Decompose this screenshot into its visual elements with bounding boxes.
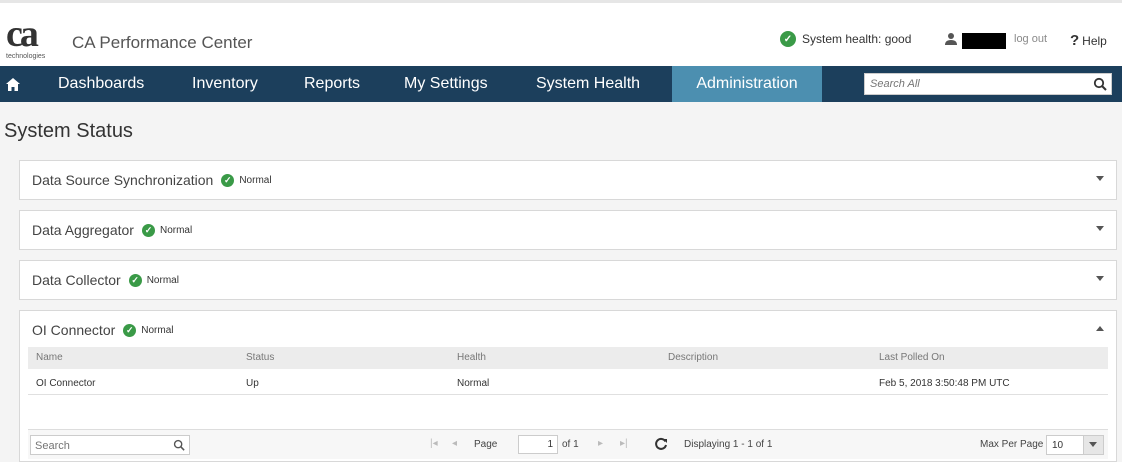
user-name-redacted[interactable] — [962, 33, 1006, 49]
table-row[interactable]: OI Connector Up Normal Feb 5, 2018 3:50:… — [28, 373, 1108, 395]
logo-text: ca — [6, 13, 39, 55]
check-circle-icon: ✓ — [780, 31, 796, 47]
table-search[interactable] — [30, 435, 190, 455]
check-circle-icon: ✓ — [123, 323, 137, 337]
status-badge: ✓ Normal — [221, 173, 272, 187]
status-badge: ✓ Normal — [141, 223, 193, 237]
first-page-icon[interactable]: |◂ — [430, 438, 438, 449]
status-text: Normal — [141, 324, 174, 336]
page-label: Page — [474, 439, 498, 450]
max-per-page-select[interactable]: 10 — [1046, 435, 1104, 455]
home-button[interactable] — [0, 66, 26, 102]
panel-oi-connector[interactable]: OI Connector ✓ Normal Name Status Health… — [19, 310, 1117, 462]
table-search-input[interactable] — [31, 437, 161, 455]
system-health-indicator[interactable]: ✓ System health: good — [780, 31, 911, 47]
panel-title: Data Aggregator — [32, 222, 134, 238]
table-header: Name Status Health Description Last Poll… — [28, 347, 1108, 369]
logout-link[interactable]: log out — [1014, 33, 1047, 45]
last-page-icon[interactable]: ▸| — [620, 438, 628, 449]
status-text: Normal — [239, 174, 272, 186]
next-page-icon[interactable]: ▸ — [598, 438, 603, 449]
nav-reports[interactable]: Reports — [304, 66, 360, 102]
panel-title: Data Collector — [32, 272, 121, 288]
prev-page-icon[interactable]: ◂ — [452, 438, 457, 449]
home-icon — [6, 77, 20, 91]
status-badge: ✓ Normal — [123, 323, 174, 337]
refresh-icon[interactable] — [654, 437, 668, 451]
check-circle-icon: ✓ — [141, 223, 155, 237]
column-header-last-polled[interactable]: Last Polled On — [879, 352, 945, 363]
status-text: Normal — [159, 224, 193, 236]
column-header-name[interactable]: Name — [36, 352, 63, 363]
nav-system-health[interactable]: System Health — [536, 66, 640, 102]
page-title: System Status — [4, 120, 133, 142]
chevron-down-icon[interactable] — [1096, 226, 1104, 231]
cell-last-polled: Feb 5, 2018 3:50:48 PM UTC — [879, 378, 1010, 389]
cell-name: OI Connector — [36, 378, 96, 389]
chevron-down-icon[interactable] — [1083, 436, 1103, 454]
table-pager: |◂ ◂ Page 1 of 1 ▸ ▸| Displaying 1 - 1 o… — [28, 429, 1108, 459]
check-circle-icon: ✓ — [221, 173, 235, 187]
status-badge: ✓ Normal — [128, 273, 179, 287]
status-text: Normal — [146, 274, 179, 286]
chevron-down-icon[interactable] — [1096, 176, 1104, 181]
column-header-health[interactable]: Health — [457, 352, 486, 363]
page-number-input[interactable]: 1 — [518, 435, 558, 454]
top-header: ca technologies CA Performance Center ✓ … — [0, 0, 1122, 66]
cell-status: Up — [246, 378, 259, 389]
user-icon — [945, 33, 957, 45]
system-health-text: System health: good — [802, 32, 912, 46]
panel-title: OI Connector — [32, 322, 116, 338]
column-header-description[interactable]: Description — [668, 352, 718, 363]
chevron-up-icon[interactable] — [1096, 326, 1104, 331]
search-icon[interactable] — [173, 439, 185, 451]
app-title: CA Performance Center — [72, 33, 253, 52]
panel-data-source-sync[interactable]: Data Source Synchronization ✓ Normal — [19, 160, 1117, 200]
nav-dashboards[interactable]: Dashboards — [58, 66, 144, 102]
nav-my-settings[interactable]: My Settings — [404, 66, 488, 102]
global-search[interactable] — [864, 73, 1112, 95]
question-icon: ? — [1070, 32, 1080, 49]
max-per-page-value: 10 — [1052, 440, 1064, 451]
help-label: Help — [1082, 34, 1107, 48]
cell-health: Normal — [457, 378, 490, 389]
panel-data-collector[interactable]: Data Collector ✓ Normal — [19, 260, 1117, 300]
help-link[interactable]: ? Help — [1070, 32, 1107, 49]
chevron-down-icon[interactable] — [1096, 276, 1104, 281]
panel-data-aggregator[interactable]: Data Aggregator ✓ Normal — [19, 210, 1117, 250]
column-header-status[interactable]: Status — [246, 352, 274, 363]
max-per-page-label: Max Per Page — [980, 439, 1044, 450]
search-icon[interactable] — [1093, 77, 1107, 91]
displaying-count: Displaying 1 - 1 of 1 — [684, 439, 773, 450]
nav-administration[interactable]: Administration — [672, 66, 822, 102]
nav-inventory[interactable]: Inventory — [192, 66, 258, 102]
global-search-input[interactable] — [865, 74, 1075, 94]
ca-logo[interactable]: ca technologies — [4, 15, 60, 65]
logo-subtext: technologies — [6, 53, 46, 60]
page-count: of 1 — [562, 439, 579, 450]
check-circle-icon: ✓ — [128, 273, 142, 287]
panel-title: Data Source Synchronization — [32, 172, 214, 188]
